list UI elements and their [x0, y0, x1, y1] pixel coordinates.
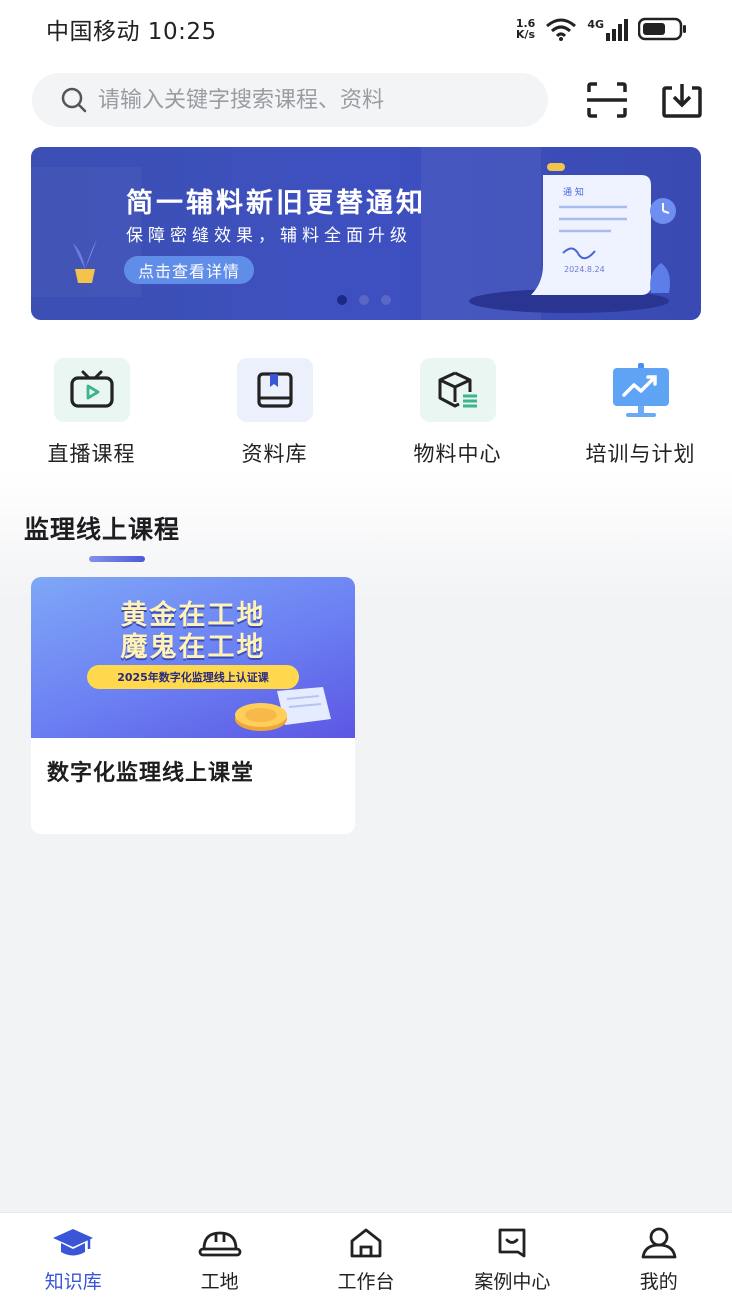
scan-button[interactable]	[585, 80, 629, 120]
user-icon	[641, 1227, 677, 1259]
quick-nav-training-plan[interactable]: 培训与计划	[549, 358, 732, 468]
banner-title: 简一辅料新旧更替通知	[126, 188, 426, 219]
download-button[interactable]	[660, 80, 704, 120]
quick-nav-library[interactable]: 资料库	[183, 358, 366, 468]
tv-play-icon	[69, 370, 114, 408]
quick-nav-material-center[interactable]: 物料中心	[366, 358, 549, 468]
search-input[interactable]	[98, 87, 498, 113]
notice-document-illustration	[469, 163, 676, 313]
section-title: 监理线上课程	[24, 515, 181, 544]
home-icon	[350, 1228, 382, 1258]
download-icon	[662, 84, 702, 118]
section-underline	[89, 556, 145, 562]
status-bar: 中国移动 10:25 1.6 K/s 4G	[0, 0, 732, 58]
hard-hat-icon	[198, 1231, 241, 1257]
tab-profile[interactable]: 我的	[586, 1213, 732, 1304]
wifi-icon	[546, 18, 577, 41]
tab-knowledge-base[interactable]: 知识库	[0, 1213, 146, 1304]
search-icon	[61, 87, 87, 113]
book-icon	[256, 372, 293, 408]
quick-nav: 直播课程 资料库 物料中心 培训与计划	[0, 358, 732, 468]
quick-nav-live-courses[interactable]: 直播课程	[0, 358, 183, 468]
battery-icon	[638, 17, 686, 41]
carousel-indicator	[337, 295, 391, 305]
net-speed: 1.6 K/s	[515, 17, 536, 41]
carousel-dot[interactable]	[337, 295, 347, 305]
bottom-tab-bar: 知识库 工地 工作台 案例中心 我的	[0, 1212, 732, 1304]
promo-banner[interactable]: 简一辅料新旧更替通知 保障密缝效果，辅料全面升级 点击查看详情 通 知 2024…	[31, 147, 701, 320]
notice-date: 2024.8.24	[564, 265, 605, 274]
case-message-icon	[498, 1228, 526, 1258]
course-title: 数字化监理线上课堂	[47, 761, 255, 786]
signal-icon: 4G	[587, 18, 628, 41]
coin-document-icon	[235, 687, 331, 731]
cube-icon	[438, 371, 477, 408]
cover-line-2: 魔鬼在工地	[120, 632, 266, 663]
course-card[interactable]: 黄金在工地 魔鬼在工地 2025年数字化监理线上认证课 数字化监理线上课堂	[31, 577, 355, 834]
app-page: 中国移动 10:25 1.6 K/s 4G 请输入关键字搜索课程、资料 简一辅料…	[0, 0, 732, 1304]
banner-subtitle: 保障密缝效果，辅料全面升级	[126, 226, 412, 246]
tab-workbench[interactable]: 工作台	[293, 1213, 439, 1304]
status-icons: 1.6 K/s 4G	[516, 17, 688, 41]
notice-heading: 通 知	[563, 188, 584, 198]
search-bar[interactable]	[32, 73, 548, 127]
presentation-chart-icon	[612, 363, 669, 417]
carrier-time: 中国移动 10:25	[46, 19, 217, 45]
plant-icon	[73, 239, 97, 283]
banner-details-button[interactable]: 点击查看详情	[124, 256, 255, 284]
carousel-dot[interactable]	[359, 295, 369, 305]
graduation-cap-icon	[53, 1229, 94, 1256]
carousel-dot[interactable]	[381, 295, 391, 305]
course-cover-image: 黄金在工地 魔鬼在工地 2025年数字化监理线上认证课	[31, 577, 355, 738]
tab-case-center[interactable]: 案例中心	[439, 1213, 585, 1304]
tab-site[interactable]: 工地	[146, 1213, 292, 1304]
scan-icon	[587, 82, 627, 118]
